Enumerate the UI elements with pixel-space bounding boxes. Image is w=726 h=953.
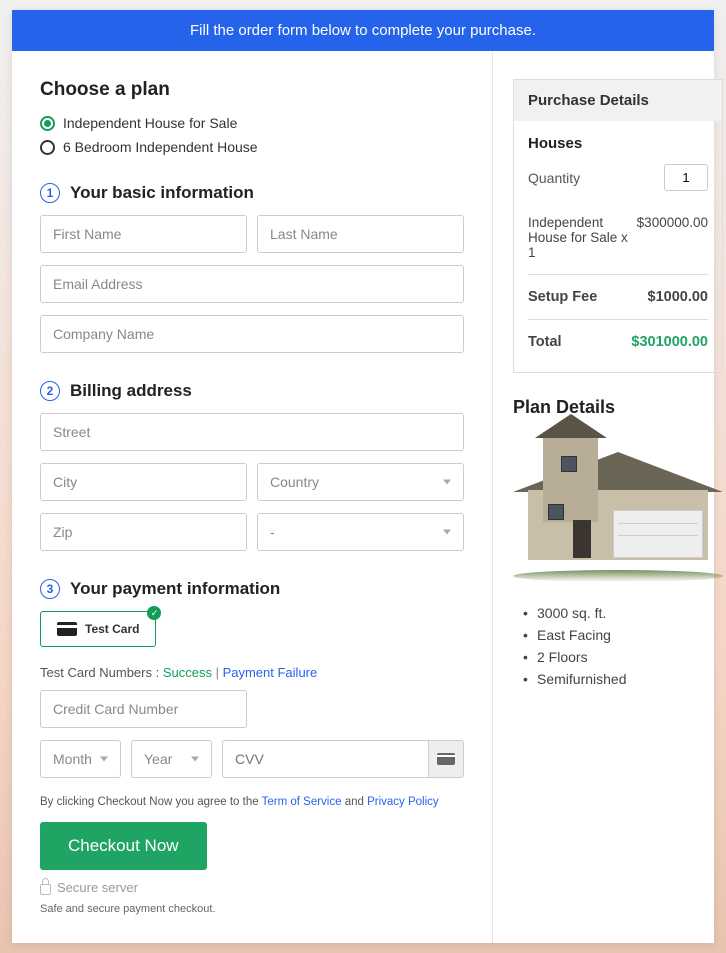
year-select[interactable]: Year [131, 740, 212, 778]
line-item-name: Independent House for Sale x 1 [528, 215, 637, 260]
radio-icon [40, 116, 55, 131]
secure-server: Secure server [40, 880, 464, 895]
total-label: Total [528, 334, 562, 350]
credit-card-input[interactable] [40, 690, 247, 728]
step-3-heading: 3Your payment information [40, 579, 464, 599]
purchase-details-title: Purchase Details [514, 80, 722, 121]
radio-icon [40, 140, 55, 155]
street-input[interactable] [40, 413, 464, 451]
cvv-input[interactable] [222, 740, 428, 778]
checkout-button[interactable]: Checkout Now [40, 822, 207, 870]
setup-fee-value: $1000.00 [648, 289, 708, 305]
zip-input[interactable] [40, 513, 247, 551]
lock-icon [40, 884, 51, 895]
step-2-heading: 2Billing address [40, 381, 464, 401]
plan-option-label: 6 Bedroom Independent House [63, 139, 258, 155]
quantity-input[interactable] [664, 164, 708, 191]
house-image [513, 432, 723, 582]
houses-subhead: Houses [528, 135, 708, 152]
card-icon [57, 622, 77, 636]
city-input[interactable] [40, 463, 247, 501]
agree-text: By clicking Checkout Now you agree to th… [40, 796, 464, 808]
feature-item: 3000 sq. ft. [537, 602, 723, 624]
country-select[interactable]: Country [257, 463, 464, 501]
purchase-details-panel: Purchase Details Houses Quantity Indepen… [513, 79, 723, 373]
feature-item: Semifurnished [537, 668, 723, 690]
test-failure-link[interactable]: Payment Failure [223, 665, 318, 680]
feature-item: 2 Floors [537, 646, 723, 668]
privacy-link[interactable]: Privacy Policy [367, 796, 439, 808]
tos-link[interactable]: Term of Service [262, 796, 342, 808]
line-item-price: $300000.00 [637, 215, 708, 260]
last-name-input[interactable] [257, 215, 464, 253]
choose-plan-heading: Choose a plan [40, 79, 464, 101]
total-value: $301000.00 [631, 334, 708, 350]
email-input[interactable] [40, 265, 464, 303]
plan-option-2[interactable]: 6 Bedroom Independent House [40, 139, 464, 155]
plan-option-label: Independent House for Sale [63, 115, 237, 131]
quantity-label: Quantity [528, 170, 580, 186]
test-success-link[interactable]: Success [163, 665, 212, 680]
step-1-heading: 1Your basic information [40, 183, 464, 203]
state-select[interactable]: - [257, 513, 464, 551]
company-input[interactable] [40, 315, 464, 353]
first-name-input[interactable] [40, 215, 247, 253]
card-chip-label: Test Card [85, 622, 139, 636]
check-icon: ✓ [147, 606, 161, 620]
plan-option-1[interactable]: Independent House for Sale [40, 115, 464, 131]
test-card-chip[interactable]: ✓ Test Card [40, 611, 156, 647]
plan-features-list: 3000 sq. ft. East Facing 2 Floors Semifu… [513, 602, 723, 690]
setup-fee-label: Setup Fee [528, 289, 597, 305]
month-select[interactable]: Month [40, 740, 121, 778]
feature-item: East Facing [537, 624, 723, 646]
cvv-icon [428, 740, 464, 778]
test-card-numbers: Test Card Numbers : Success | Payment Fa… [40, 665, 464, 680]
safe-text: Safe and secure payment checkout. [40, 903, 464, 915]
banner: Fill the order form below to complete yo… [12, 10, 714, 51]
